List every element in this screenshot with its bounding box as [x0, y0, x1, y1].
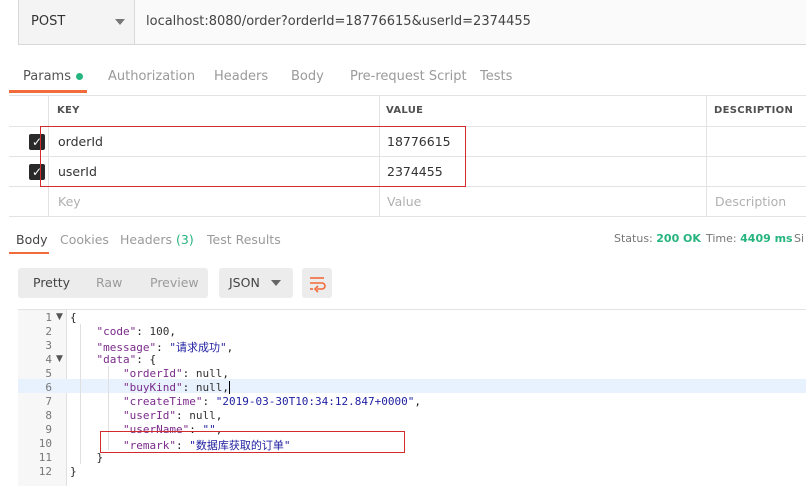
code-line: "userId": null, — [122, 409, 223, 422]
new-value-input[interactable]: Value — [387, 194, 421, 209]
response-tab-body[interactable]: Body — [16, 232, 48, 247]
column-divider — [706, 95, 707, 217]
line-number: 2 — [45, 325, 52, 338]
response-tab-headers[interactable]: Headers (3) — [120, 232, 194, 247]
tab-params-label: Params — [23, 69, 71, 84]
json-value: null — [195, 381, 223, 394]
tab-pre-request-script[interactable]: Pre-request Script — [350, 69, 467, 84]
line-number: 3 — [45, 339, 52, 352]
line-number: 11 — [38, 451, 52, 464]
method-select[interactable]: POST — [19, 0, 135, 44]
highlight-box — [40, 126, 466, 187]
line-number: 12 — [38, 465, 52, 478]
size-label: Si — [794, 232, 805, 245]
response-tab-cookies[interactable]: Cookies — [60, 232, 109, 247]
format-select[interactable]: JSON — [219, 268, 293, 298]
request-bar: POST localhost:8080/order?orderId=187766… — [18, 0, 806, 45]
column-header-value: VALUE — [386, 105, 424, 116]
json-key: "code" — [96, 325, 137, 338]
json-key: "createTime" — [122, 395, 203, 408]
json-value: null — [195, 367, 223, 380]
response-tab-headers-label: Headers — [120, 232, 173, 247]
json-key: "orderId" — [122, 367, 183, 380]
active-response-tab-indicator — [9, 252, 49, 254]
json-value: "2019-03-30T10:34:12.847+0000" — [215, 395, 415, 408]
fold-toggle-icon[interactable]: ▼ — [56, 312, 63, 322]
headers-count: (3) — [176, 232, 194, 247]
method-label: POST — [31, 14, 66, 29]
active-tab-indicator — [9, 90, 87, 93]
code-line: "buyKind": null, — [122, 381, 229, 394]
code-line: "code": 100, — [96, 325, 177, 338]
highlight-box — [100, 431, 405, 453]
time-label: Time: — [706, 232, 737, 245]
view-mode-group: Pretty Raw Preview — [18, 268, 208, 298]
time-display: Time: 4409 ms — [706, 232, 793, 245]
status-value: 200 OK — [656, 232, 701, 245]
table-divider — [9, 216, 806, 217]
code-line: } — [70, 451, 104, 464]
line-number: 6 — [45, 381, 52, 394]
line-number: 5 — [45, 367, 52, 380]
view-pretty-button[interactable]: Pretty — [33, 275, 70, 290]
line-number: 7 — [45, 395, 52, 408]
json-key: "userId" — [122, 409, 176, 422]
tab-params[interactable]: Params — [23, 69, 83, 84]
text-cursor — [229, 381, 230, 394]
json-key: "buyKind" — [122, 381, 183, 394]
url-input[interactable]: localhost:8080/order?orderId=18776615&us… — [146, 14, 531, 29]
line-number: 4 — [45, 353, 52, 366]
json-token: } — [70, 465, 77, 478]
params-table: KEY VALUE DESCRIPTION ✓ orderId 18776615… — [9, 95, 806, 217]
wrap-lines-button[interactable] — [302, 268, 332, 298]
code-line: { — [70, 311, 77, 324]
time-value: 4409 ms — [740, 232, 793, 245]
tab-tests[interactable]: Tests — [480, 69, 512, 84]
json-value: null — [189, 409, 216, 422]
chevron-down-icon — [115, 19, 125, 25]
column-header-description: DESCRIPTION — [714, 105, 794, 116]
tab-headers[interactable]: Headers — [214, 69, 268, 84]
code-line: "orderId": null, — [122, 367, 229, 380]
tab-body[interactable]: Body — [291, 69, 324, 84]
column-header-key: KEY — [57, 105, 80, 116]
line-number: 1 — [45, 311, 52, 324]
active-dot-icon — [75, 73, 83, 80]
code-line: } — [70, 465, 77, 478]
chevron-down-icon — [271, 280, 281, 286]
status-label: Status: — [614, 232, 653, 245]
table-divider — [9, 95, 806, 96]
json-token: { — [70, 311, 77, 324]
format-label: JSON — [229, 275, 260, 290]
line-number: 10 — [38, 437, 52, 450]
view-preview-button[interactable]: Preview — [150, 275, 199, 290]
wrap-lines-icon — [310, 277, 326, 293]
tab-authorization[interactable]: Authorization — [108, 69, 195, 84]
response-tab-test-results[interactable]: Test Results — [207, 232, 281, 247]
line-number: 8 — [45, 409, 52, 422]
view-raw-button[interactable]: Raw — [96, 275, 122, 290]
fold-toggle-icon[interactable]: ▼ — [56, 354, 63, 364]
code-line: "createTime": "2019-03-30T10:34:12.847+0… — [122, 395, 422, 408]
json-value: "请求成功" — [169, 341, 227, 354]
json-key: "data" — [96, 353, 137, 366]
json-value: 100 — [149, 325, 170, 338]
response-body-editor[interactable]: 1 2 3 4 5 6 7 8 9 10 11 12 ▼ ▼ { "code":… — [18, 309, 806, 486]
new-description-input[interactable]: Description — [715, 194, 786, 209]
status-display: Status: 200 OK — [614, 232, 701, 245]
new-key-input[interactable]: Key — [58, 194, 81, 209]
line-number: 9 — [45, 423, 52, 436]
code-line: "data": { — [96, 353, 157, 366]
